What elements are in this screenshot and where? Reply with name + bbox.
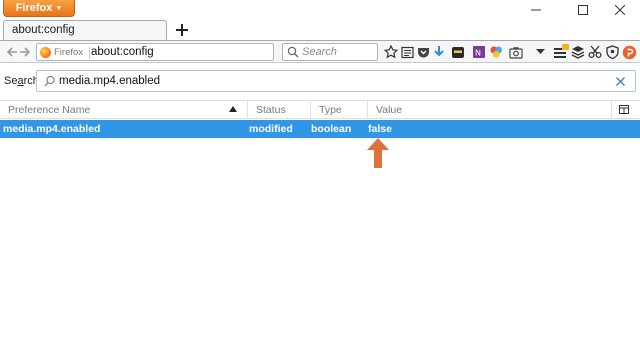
table-row[interactable]: media.mp4.enabled modified boolean false xyxy=(0,120,640,138)
search-bar[interactable]: Search xyxy=(282,43,378,61)
orange-addon-icon[interactable] xyxy=(621,44,637,60)
minimize-button[interactable] xyxy=(516,0,556,20)
overflow-caret-icon[interactable] xyxy=(532,44,548,60)
close-window-button[interactable] xyxy=(600,0,640,20)
preference-status-cell: modified xyxy=(249,123,293,135)
maximize-icon xyxy=(578,5,588,15)
bookmark-star-icon[interactable] xyxy=(383,44,399,60)
hamburger-menu-icon[interactable] xyxy=(553,44,569,60)
back-arrow-icon xyxy=(6,47,17,57)
column-header-value[interactable]: Value xyxy=(368,101,612,119)
clear-x-icon xyxy=(615,76,625,86)
annotation-up-arrow-icon xyxy=(367,138,389,168)
column-picker-icon[interactable] xyxy=(619,105,629,114)
color-wheel-icon[interactable] xyxy=(488,44,504,60)
layers-icon[interactable] xyxy=(570,44,586,60)
preference-value-cell: false xyxy=(368,123,392,135)
search-value: media.mp4.enabled xyxy=(59,75,161,87)
column-header-status[interactable]: Status xyxy=(248,101,311,119)
filter-row: Search: media.mp4.enabled xyxy=(0,67,640,95)
svg-text:N: N xyxy=(475,49,481,58)
url-text: about:config xyxy=(91,46,154,58)
about-config-page: Search: media.mp4.enabled Preference Nam… xyxy=(0,63,640,349)
search-placeholder: Search xyxy=(302,46,337,58)
firefox-menu-button[interactable]: Firefox ▼ xyxy=(3,0,75,17)
onenote-clipper-icon[interactable]: N xyxy=(471,44,487,60)
minimize-icon xyxy=(531,9,541,11)
column-header-row: Preference Name Status Type Value xyxy=(0,100,640,119)
plus-icon xyxy=(176,24,188,36)
scissors-icon[interactable] xyxy=(587,44,603,60)
search-icon xyxy=(287,46,299,58)
tab-strip: about:config xyxy=(0,20,640,41)
preference-name-cell: media.mp4.enabled xyxy=(3,123,101,135)
dropdown-caret-icon: ▼ xyxy=(55,5,63,12)
reading-list-icon[interactable] xyxy=(399,44,415,60)
sort-ascending-icon xyxy=(229,106,237,112)
back-button[interactable] xyxy=(6,46,18,58)
url-bar[interactable]: Firefox about:config xyxy=(36,43,302,61)
identity-label: Firefox xyxy=(54,47,84,58)
firefox-logo-icon xyxy=(40,47,51,58)
navigation-toolbar: Firefox about:config Search N xyxy=(0,40,640,63)
preference-search-input[interactable]: media.mp4.enabled xyxy=(36,70,636,92)
tab-title: about:config xyxy=(12,24,75,36)
download-arrow-icon[interactable] xyxy=(431,44,447,60)
site-identity[interactable]: Firefox xyxy=(40,45,91,60)
tab-about-config[interactable]: about:config xyxy=(3,20,167,41)
shield-icon[interactable] xyxy=(604,44,620,60)
column-header-type[interactable]: Type xyxy=(311,101,368,119)
preference-type-cell: boolean xyxy=(311,123,352,135)
identity-separator xyxy=(89,46,91,59)
new-tab-button[interactable] xyxy=(172,21,192,39)
ninja-extension-icon[interactable] xyxy=(450,44,466,60)
forward-arrow-icon xyxy=(19,47,30,57)
screenshot-camera-icon[interactable] xyxy=(508,44,524,60)
pocket-icon[interactable] xyxy=(415,44,431,60)
maximize-button[interactable] xyxy=(563,0,603,20)
clear-search-button[interactable] xyxy=(615,76,625,86)
close-icon xyxy=(615,5,625,15)
forward-button[interactable] xyxy=(18,46,30,58)
title-bar: Firefox ▼ xyxy=(0,0,640,20)
column-header-preference-name[interactable]: Preference Name xyxy=(0,101,248,119)
firefox-menu-label: Firefox xyxy=(15,2,53,14)
filter-search-icon xyxy=(44,75,55,87)
